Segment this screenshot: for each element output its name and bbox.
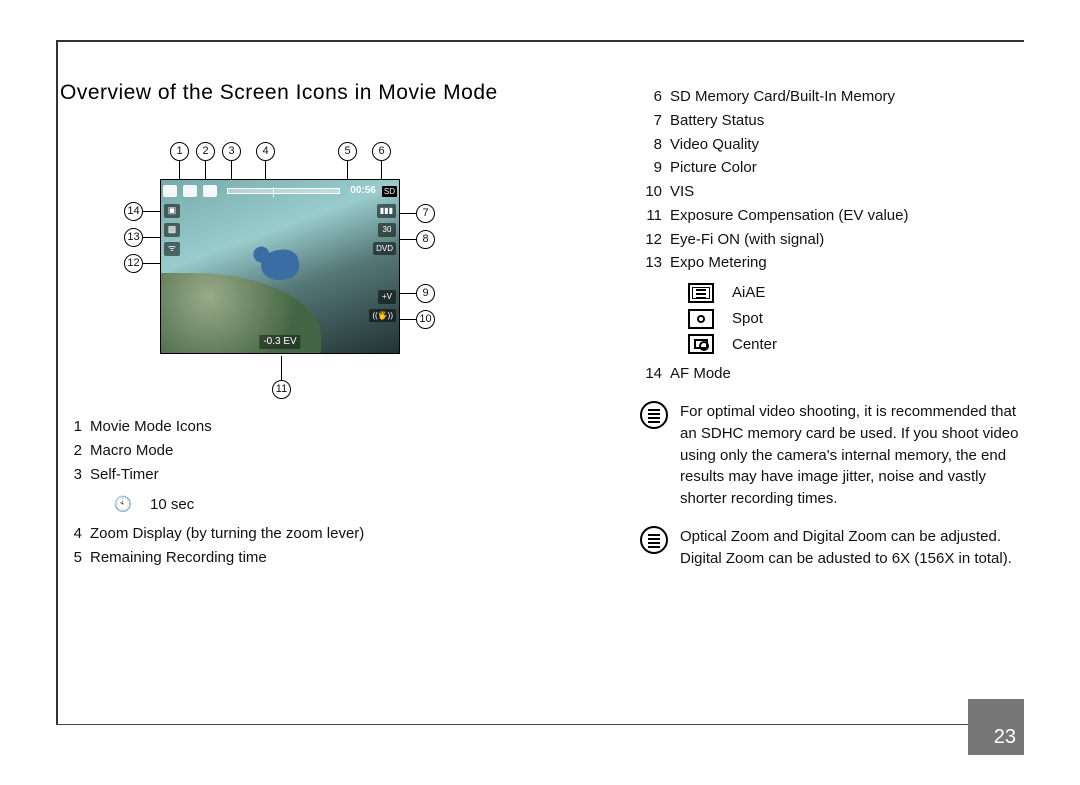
callout-2: 2 — [196, 142, 215, 161]
note-icon — [640, 401, 668, 429]
callout-3: 3 — [222, 142, 241, 161]
callout-13: 13 — [124, 228, 143, 247]
note-text: For optimal video shooting, it is recomm… — [680, 401, 1024, 510]
page-content: Overview of the Screen Icons in Movie Mo… — [60, 78, 1024, 715]
metering-sublist: AiAE Spot Center — [688, 282, 1024, 355]
lead-12 — [143, 263, 160, 264]
callout-12: 12 — [124, 254, 143, 273]
spot-icon — [688, 309, 714, 329]
self-timer-label: 10 sec — [150, 494, 194, 516]
lead-10 — [400, 319, 416, 320]
battery-icon: ▮▮▮ — [377, 204, 396, 218]
list-item: 4Zoom Display (by turning the zoom lever… — [60, 523, 580, 545]
sd-badge: SD — [382, 186, 397, 198]
quality-badge: DVD — [373, 242, 396, 256]
page-number: 23 — [994, 726, 1016, 749]
self-timer-icon — [203, 185, 217, 197]
page-title: Overview of the Screen Icons in Movie Mo… — [60, 78, 580, 108]
list-item: 8Video Quality — [640, 134, 1024, 156]
list-item: 2Macro Mode — [60, 440, 580, 462]
zoom-bar-icon — [227, 188, 340, 194]
aiae-icon — [688, 283, 714, 303]
note-icon — [640, 526, 668, 554]
vis-icon: ((🖐)) — [369, 309, 396, 323]
note-block: For optimal video shooting, it is recomm… — [640, 401, 1024, 510]
callout-10: 10 — [416, 310, 435, 329]
remaining-time: 00:56 — [350, 184, 376, 199]
af-mode-icon: ▣ — [164, 204, 180, 218]
right-list-2: 14AF Mode — [640, 363, 1024, 385]
movie-mode-diagram: 1 2 3 4 5 6 7 8 9 10 14 13 12 11 — [80, 124, 440, 404]
picture-color-icon: +V — [378, 290, 396, 304]
right-column: 6SD Memory Card/Built-In Memory 7Battery… — [640, 78, 1024, 715]
ev-value: -0.3 EV — [259, 335, 300, 350]
macro-icon — [183, 185, 197, 197]
callout-1: 1 — [170, 142, 189, 161]
movie-mode-icon — [163, 185, 177, 197]
manual-page: 23 Overview of the Screen Icons in Movie… — [0, 0, 1080, 785]
note-block: Optical Zoom and Digital Zoom can be adj… — [640, 526, 1024, 570]
list-item: 11Exposure Compensation (EV value) — [640, 205, 1024, 227]
lead-8 — [400, 239, 416, 240]
camera-screen: 00:56 SD ▮▮▮ 30 DVD +V ((🖐)) ▣ ▩ ᯤ — [160, 179, 400, 354]
metering-item: Center — [688, 334, 1024, 356]
list-item: 9Picture Color — [640, 157, 1024, 179]
callout-4: 4 — [256, 142, 275, 161]
left-icon-column: ▣ ▩ ᯤ — [164, 204, 180, 256]
eyefi-icon: ᯤ — [164, 242, 180, 256]
right-list-1: 6SD Memory Card/Built-In Memory 7Battery… — [640, 86, 1024, 274]
left-list-1: 1Movie Mode Icons 2Macro Mode 3Self-Time… — [60, 416, 580, 485]
metering-icon: ▩ — [164, 223, 180, 237]
left-column: Overview of the Screen Icons in Movie Mo… — [60, 78, 580, 715]
left-list-2: 4Zoom Display (by turning the zoom lever… — [60, 523, 580, 569]
lead-7 — [400, 213, 416, 214]
lead-9 — [400, 293, 416, 294]
callout-9: 9 — [416, 284, 435, 303]
callout-8: 8 — [416, 230, 435, 249]
metering-item: AiAE — [688, 282, 1024, 304]
note-text: Optical Zoom and Digital Zoom can be adj… — [680, 526, 1024, 570]
metering-item: Spot — [688, 308, 1024, 330]
center-icon — [688, 334, 714, 354]
list-item: 1Movie Mode Icons — [60, 416, 580, 438]
callout-7: 7 — [416, 204, 435, 223]
self-timer-10s-icon: 🕙 — [112, 494, 134, 516]
list-item: 5Remaining Recording time — [60, 547, 580, 569]
lead-13 — [143, 237, 160, 238]
list-item: 7Battery Status — [640, 110, 1024, 132]
list-item: 12Eye-Fi ON (with signal) — [640, 229, 1024, 251]
lead-14 — [143, 211, 160, 212]
callout-5: 5 — [338, 142, 357, 161]
list-item: 6SD Memory Card/Built-In Memory — [640, 86, 1024, 108]
list-item: 3Self-Timer — [60, 464, 580, 486]
list-item: 13Expo Metering — [640, 252, 1024, 274]
list-item: 14AF Mode — [640, 363, 1024, 385]
page-bottom-rule — [56, 724, 980, 725]
list-item: 10VIS — [640, 181, 1024, 203]
self-timer-sub: 🕙 10 sec — [112, 494, 580, 516]
bird-illustration — [259, 248, 301, 283]
lead-11 — [281, 356, 282, 380]
callout-6: 6 — [372, 142, 391, 161]
fps-badge: 30 — [378, 223, 396, 237]
right-icon-column: ▮▮▮ 30 DVD +V ((🖐)) — [369, 204, 396, 322]
callout-11: 11 — [272, 380, 291, 399]
top-icon-bar: 00:56 SD — [163, 182, 397, 200]
callout-14: 14 — [124, 202, 143, 221]
